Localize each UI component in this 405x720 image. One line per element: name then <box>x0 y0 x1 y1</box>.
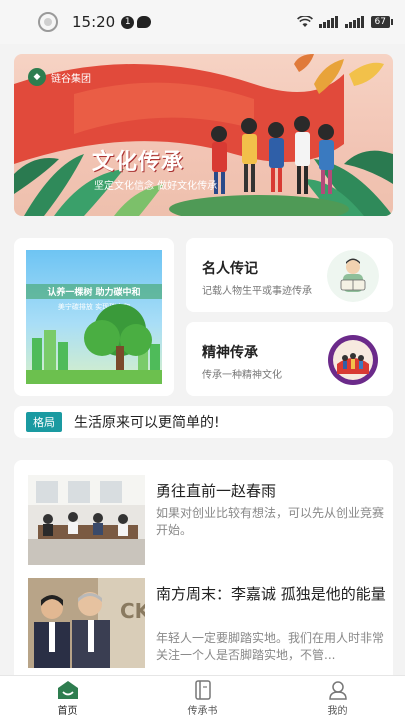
card-spirit[interactable]: 精神传承 传承一种精神文化 <box>186 322 393 396</box>
status-bar: 15:20 1 67 <box>0 0 405 44</box>
nav-heritage-book-label: 传承书 <box>187 705 218 717</box>
home-icon <box>57 680 78 699</box>
news-item[interactable]: 勇往直前一赵春雨 如果对创业比较有想法，可以先从创业竞赛开始。 <box>28 475 388 575</box>
news-title: 勇往直前一赵春雨 <box>156 482 277 500</box>
status-time: 15:20 <box>72 13 116 31</box>
bottom-navigation: 首页 传承书 我的 <box>0 675 405 720</box>
announcement-strip[interactable]: 格局 生活原来可以更简单的! <box>14 406 393 438</box>
nav-home-label: 首页 <box>57 705 78 717</box>
card-biography-subtitle: 记载人物生平或事迹传承 <box>202 286 312 297</box>
news-thumbnail-meeting <box>28 475 145 565</box>
carbon-neutral-card[interactable]: 认养一棵树 助力碳中和 美宁碳排放 实现碳中和 <box>14 238 174 396</box>
news-list: 勇往直前一赵春雨 如果对创业比较有想法，可以先从创业竞赛开始。 CK 南方周末：… <box>14 460 393 680</box>
news-thumbnail-portrait: CK <box>28 578 145 668</box>
nav-home[interactable]: 首页 <box>0 676 135 720</box>
record-icon <box>38 12 58 32</box>
notification-count-badge: 1 <box>121 15 135 29</box>
company-logo-icon: ◆ <box>28 68 46 86</box>
reading-person-icon <box>327 250 379 302</box>
signal-icon-1 <box>318 16 339 28</box>
card-spirit-title: 精神传承 <box>202 345 258 361</box>
card-biography-title: 名人传记 <box>202 261 258 277</box>
card-biography[interactable]: 名人传记 记载人物生平或事迹传承 <box>186 238 393 312</box>
nav-profile-label: 我的 <box>327 705 348 717</box>
profile-icon <box>328 680 347 700</box>
banner-subtitle: 坚定文化信念 做好文化传承 <box>94 181 218 192</box>
svg-text:CK: CK <box>120 599 145 623</box>
heritage-emblem-icon <box>327 334 379 386</box>
chat-icon <box>137 16 152 28</box>
banner-title: 文化传承 <box>92 150 185 175</box>
wifi-icon <box>296 16 313 28</box>
culture-banner[interactable]: ◆ 链谷集团 文化传承 坚定文化信念 做好文化传承 <box>14 54 393 216</box>
banner-logo: ◆ 链谷集团 <box>28 68 91 86</box>
news-description: 如果对创业比较有想法，可以先从创业竞赛开始。 <box>156 506 385 537</box>
tree-city-illustration <box>26 304 162 384</box>
card-spirit-subtitle: 传承一种精神文化 <box>202 370 282 381</box>
announcement-tag: 格局 <box>26 412 62 432</box>
book-icon <box>194 679 211 700</box>
battery-indicator: 67 <box>370 16 393 28</box>
news-description: 年轻人一定要脚踏实地。我们在用人时非常关注一个人是否脚踏实地，不管... <box>156 631 385 662</box>
news-item[interactable]: CK 南方周末：李嘉诚 孤独是他的能量 年轻人一定要脚踏实地。我们在用人时非常关… <box>28 578 388 678</box>
carbon-neutral-poster: 认养一棵树 助力碳中和 美宁碳排放 实现碳中和 <box>26 250 162 384</box>
nav-heritage-book[interactable]: 传承书 <box>135 676 270 720</box>
battery-level: 67 <box>370 16 390 28</box>
banner-logo-text: 链谷集团 <box>51 73 91 85</box>
signal-icon-2 <box>344 16 365 28</box>
news-title: 南方周末：李嘉诚 孤独是他的能量 <box>156 585 386 603</box>
announcement-text: 生活原来可以更简单的! <box>74 415 220 431</box>
nav-profile[interactable]: 我的 <box>270 676 405 720</box>
